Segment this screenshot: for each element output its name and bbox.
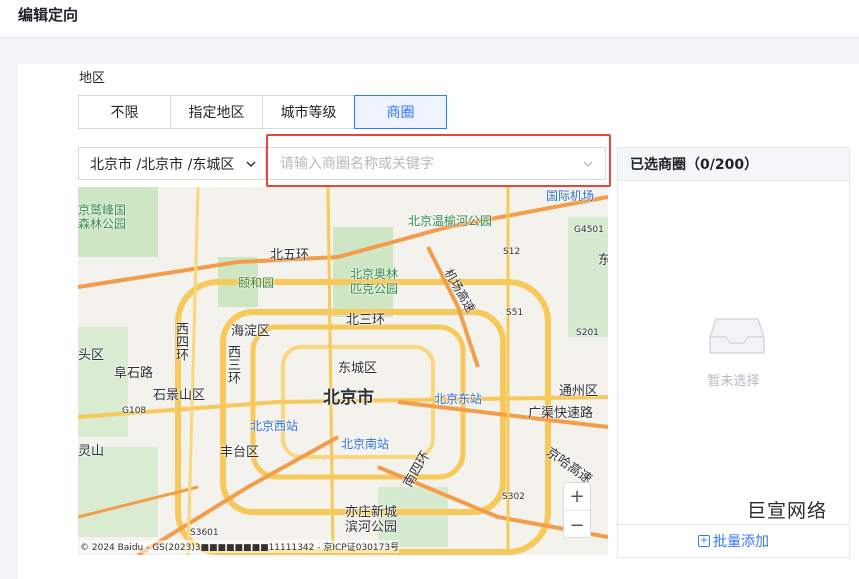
map-label-beijing: 北京市 xyxy=(323,388,374,408)
map-label-s3601: S3601 xyxy=(190,528,219,538)
map-label-beisanhuan: 北三环 xyxy=(346,313,386,328)
map-label-tongzhou: 通州区 xyxy=(559,384,599,399)
map-label-s12: S12 xyxy=(503,247,521,257)
page-header: 编辑定向 xyxy=(0,0,859,38)
watermark: 巨宣网络 xyxy=(747,496,828,523)
map-label-fushilu: 阜石路 xyxy=(114,366,154,381)
city-select-value: 北京市 /北京市 /东城区 xyxy=(90,156,235,173)
region-tabs: 不限 指定地区 城市等级 商圈 xyxy=(78,95,447,129)
map-label-beijing-east: 北京东站 xyxy=(434,392,483,406)
map-label-s302: S302 xyxy=(502,492,525,502)
map-label-olympic2: 匹克公园 xyxy=(350,282,399,296)
tab-specified-region[interactable]: 指定地区 xyxy=(170,95,263,129)
chevron-down-icon xyxy=(246,161,256,168)
map-label-guangqu: 广渠快速路 xyxy=(528,406,594,421)
region-label: 地区 xyxy=(79,71,106,86)
empty-text: 暂未选择 xyxy=(707,374,760,389)
tab-business-district[interactable]: 商圈 xyxy=(354,95,447,129)
map-copyright: © 2024 Baidu - GS(2023)3■■■■■■■■11111342… xyxy=(80,540,400,553)
tab-city-level[interactable]: 城市等级 xyxy=(262,95,355,129)
business-district-search[interactable] xyxy=(266,147,606,180)
search-input[interactable] xyxy=(280,155,570,172)
map-label-lingshan: 灵山 xyxy=(78,444,105,459)
zoom-in-button[interactable]: + xyxy=(564,483,590,511)
map[interactable]: 国际机场 京鹫峰国 森林公园 北京温榆河公园 G4501 S12 北五环 北京奥… xyxy=(78,187,608,555)
map-label-beijing-south: 北京南站 xyxy=(341,437,390,451)
map-label-g108: G108 xyxy=(122,406,147,416)
empty-inbox-icon xyxy=(709,318,765,354)
map-label-beiwuhuan: 北五环 xyxy=(270,248,310,263)
map-label-wenyu: 北京温榆河公园 xyxy=(408,214,493,228)
map-label-tou: 头区 xyxy=(78,348,105,363)
map-label-shijingshan: 石景山区 xyxy=(153,388,206,403)
map-label-airport: 国际机场 xyxy=(546,189,595,203)
map-label-fengtai: 丰台区 xyxy=(220,445,260,460)
city-select[interactable]: 北京市 /北京市 /东城区 xyxy=(78,147,266,180)
page-title: 编辑定向 xyxy=(18,6,79,24)
chevron-down-icon xyxy=(583,161,593,168)
map-label-s201: S201 xyxy=(576,328,599,338)
map-zoom-control: + − xyxy=(563,482,591,538)
map-label-haidian: 海淀区 xyxy=(231,324,271,339)
map-label-s51: S51 xyxy=(506,308,524,318)
plus-square-icon: + xyxy=(698,535,710,547)
map-label-binhe: 滨河公园 xyxy=(345,520,398,535)
batch-add-label: 批量添加 xyxy=(713,534,769,550)
map-label-dong: 东 xyxy=(598,253,608,268)
selected-panel-title: 已选商圈（0/200） xyxy=(618,148,849,181)
batch-add-button[interactable]: + 批量添加 xyxy=(618,524,849,557)
map-label-forest: 森林公园 xyxy=(78,217,127,231)
map-label-beijing-west: 北京西站 xyxy=(250,419,299,433)
zoom-out-button[interactable]: − xyxy=(564,511,590,539)
map-label-g4501: G4501 xyxy=(574,225,604,235)
map-label-yiheyuan: 颐和园 xyxy=(238,276,275,290)
map-label-xisanhuan: 西三环 xyxy=(225,345,240,384)
tab-unlimited[interactable]: 不限 xyxy=(78,95,171,129)
map-label-xisihuan: 西四环 xyxy=(173,322,188,361)
map-label-dongcheng: 东城区 xyxy=(338,361,378,376)
